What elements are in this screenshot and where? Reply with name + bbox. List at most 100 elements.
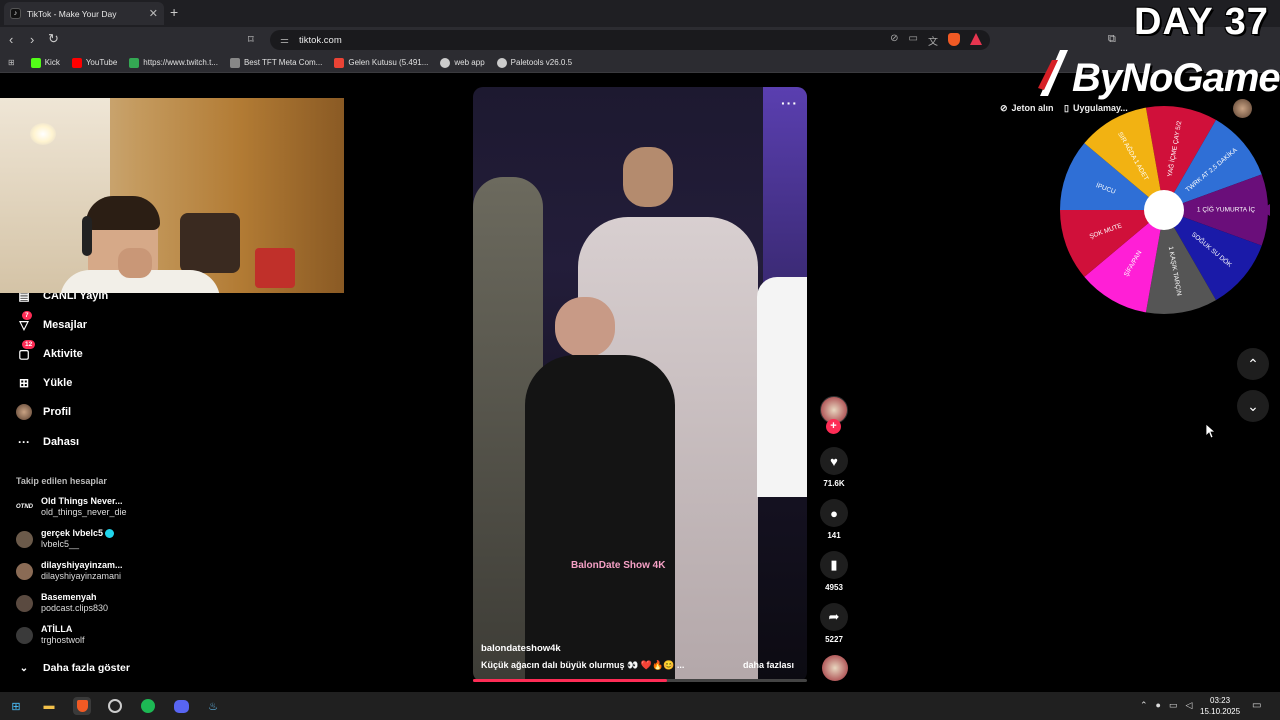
spotify-icon[interactable] bbox=[139, 697, 157, 715]
discord-icon[interactable] bbox=[172, 697, 190, 715]
file-explorer-icon[interactable]: ▬ bbox=[40, 697, 58, 715]
followed-account[interactable]: dilayshiyayinzam... dilayshiyayinzamani bbox=[16, 560, 123, 582]
bookmark-label: Gelen Kutusu (5.491... bbox=[348, 58, 429, 67]
browser-tab[interactable]: ♪ TikTok - Make Your Day ✕ bbox=[4, 2, 164, 25]
save-count: 4953 bbox=[825, 583, 843, 592]
video-more-options-button[interactable]: ··· bbox=[781, 95, 798, 111]
translate-icon[interactable]: 文 bbox=[928, 33, 938, 48]
heart-icon[interactable]: ♥ bbox=[820, 447, 848, 475]
microphone-icon[interactable]: ● bbox=[1156, 700, 1161, 711]
gmail-icon bbox=[334, 57, 345, 68]
bookmark-kick[interactable]: Kick bbox=[30, 57, 60, 68]
webapp-icon bbox=[440, 57, 451, 68]
bookmark-page-icon[interactable]: ⌑ bbox=[248, 33, 254, 46]
bookmark-label: YouTube bbox=[85, 58, 118, 67]
volume-icon[interactable]: ◁ bbox=[1186, 700, 1193, 711]
new-tab-button[interactable]: + bbox=[170, 4, 178, 20]
webcam-person-hand bbox=[118, 248, 152, 278]
apps-grid-icon[interactable]: ⊞ bbox=[8, 58, 15, 67]
video-caption: Küçük ağacın dalı büyük olurmuş 👀 ❤️🔥😊 .… bbox=[481, 660, 685, 670]
bookmark-twitch[interactable]: https://www.twitch.t... bbox=[129, 57, 218, 68]
sidebar-item-messages[interactable]: ▽ 7 Mesajlar bbox=[16, 311, 87, 333]
kick-icon bbox=[30, 57, 41, 68]
account-handle: podcast.clips830 bbox=[41, 603, 109, 613]
tab-close-icon[interactable]: ✕ bbox=[149, 7, 158, 20]
bookmark-youtube[interactable]: YouTube bbox=[71, 57, 118, 68]
bookmark-icon[interactable]: ▮ bbox=[820, 551, 848, 579]
bookmark-gmail[interactable]: Gelen Kutusu (5.491... bbox=[334, 57, 429, 68]
share-icon[interactable]: ➦ bbox=[820, 603, 848, 631]
bookmark-paletools[interactable]: Paletools v26.0.5 bbox=[496, 57, 572, 68]
webcam-overlay bbox=[0, 98, 344, 293]
next-video-button[interactable]: ⌄ bbox=[1237, 390, 1269, 422]
followed-accounts-title: Takip edilen hesaplar bbox=[16, 476, 107, 486]
reload-icon[interactable]: ↻ bbox=[48, 31, 59, 47]
bookmark-tft[interactable]: Best TFT Meta Com... bbox=[229, 57, 322, 68]
video-author-username[interactable]: balondateshow4k bbox=[481, 643, 561, 654]
previous-video-button[interactable]: ⌃ bbox=[1237, 348, 1269, 380]
comment-action[interactable]: ● 141 bbox=[820, 499, 848, 540]
account-name: ATİLLA bbox=[41, 624, 73, 634]
block-icon[interactable]: ⊘ bbox=[890, 33, 898, 48]
music-disc-icon[interactable] bbox=[822, 655, 848, 681]
obs-icon[interactable] bbox=[106, 697, 124, 715]
youtube-icon bbox=[71, 57, 82, 68]
brave-shields-icon[interactable] bbox=[948, 33, 960, 46]
messages-icon: ▽ 7 bbox=[16, 311, 32, 333]
url-text: tiktok.com bbox=[298, 34, 342, 46]
chevron-down-icon: ⌄ bbox=[1247, 397, 1259, 414]
brave-taskbar-icon[interactable] bbox=[73, 697, 91, 715]
video-person-short-head bbox=[555, 297, 615, 357]
follow-button[interactable]: + bbox=[826, 419, 841, 434]
cast-icon[interactable]: ▭ bbox=[909, 33, 918, 48]
brave-rewards-icon[interactable] bbox=[970, 33, 982, 45]
chevron-down-icon: ⌄ bbox=[19, 662, 29, 674]
account-avatar bbox=[16, 530, 33, 548]
wheel-segment-label: 1 ÇİĞ YUMURTA İÇ bbox=[1197, 205, 1255, 214]
sheets-icon bbox=[129, 57, 140, 68]
like-action[interactable]: ♥ 71.6K bbox=[820, 447, 848, 488]
bookmark-label: web app bbox=[454, 58, 485, 67]
sidebar-item-label: Dahası bbox=[43, 436, 80, 448]
video-player[interactable]: BalonDate Show 4K bbox=[473, 87, 807, 682]
sidebar-item-more[interactable]: ··· Dahası bbox=[16, 434, 79, 450]
address-bar[interactable]: ⚌ tiktok.com ⊘ ▭ 文 bbox=[270, 30, 990, 50]
video-progress-bar[interactable] bbox=[473, 679, 807, 682]
network-icon[interactable]: ▭ bbox=[1169, 700, 1178, 711]
bookmark-webapp[interactable]: web app bbox=[440, 57, 485, 68]
sidebar-item-upload[interactable]: ⊞ Yükle bbox=[16, 375, 72, 391]
extensions-icon[interactable]: ⧉ bbox=[1108, 33, 1116, 46]
show-more-accounts-button[interactable]: ⌄ Daha fazla göster bbox=[16, 660, 130, 676]
share-action[interactable]: ➦ 5227 bbox=[820, 603, 848, 644]
account-avatar bbox=[16, 626, 33, 644]
site-settings-icon[interactable]: ⚌ bbox=[280, 35, 289, 46]
followed-account[interactable]: Basemenyah podcast.clips830 bbox=[16, 592, 108, 614]
get-coins-button[interactable]: ⊘ Jeton alın bbox=[995, 98, 1059, 118]
followed-account[interactable]: ATİLLA trghostwolf bbox=[16, 624, 85, 646]
comment-icon[interactable]: ● bbox=[820, 499, 848, 527]
clock-date: 15.10.2025 bbox=[1200, 707, 1241, 716]
windows-start-icon[interactable]: ⊞ bbox=[7, 697, 25, 715]
video-watermark: BalonDate Show 4K bbox=[571, 560, 666, 571]
account-handle: dilayshiyayinzamani bbox=[41, 571, 122, 581]
followed-account[interactable]: gerçek lvbelc5 lvbelc5__ bbox=[16, 528, 115, 550]
tft-icon bbox=[229, 57, 240, 68]
notification-icon[interactable]: ▭ bbox=[1252, 700, 1261, 711]
sidebar-item-activity[interactable]: ▢ 12 Aktivite bbox=[16, 340, 83, 362]
save-action[interactable]: ▮ 4953 bbox=[820, 551, 848, 592]
verified-icon bbox=[105, 529, 115, 539]
address-bar-actions: ⊘ ▭ 文 bbox=[890, 33, 982, 48]
taskbar-clock[interactable]: 03:23 15.10.2025 bbox=[1200, 695, 1240, 717]
steam-icon[interactable]: ♨ bbox=[204, 697, 222, 715]
sidebar-item-profile[interactable]: Profil bbox=[16, 404, 71, 420]
get-coins-label: Jeton alın bbox=[1011, 103, 1054, 113]
followed-account[interactable]: OTND Old Things Never... old_things_never… bbox=[16, 496, 127, 518]
tray-chevron-icon[interactable]: ⌃ bbox=[1140, 700, 1148, 711]
webcam-headset bbox=[82, 216, 92, 256]
caption-more-button[interactable]: daha fazlası bbox=[743, 660, 794, 670]
activity-badge: 12 bbox=[22, 340, 36, 349]
back-icon[interactable]: ‹ bbox=[9, 32, 13, 47]
video-person-short-shirt bbox=[525, 355, 675, 682]
account-name: dilayshiyayinzam... bbox=[41, 560, 123, 570]
forward-icon[interactable]: › bbox=[30, 32, 34, 47]
